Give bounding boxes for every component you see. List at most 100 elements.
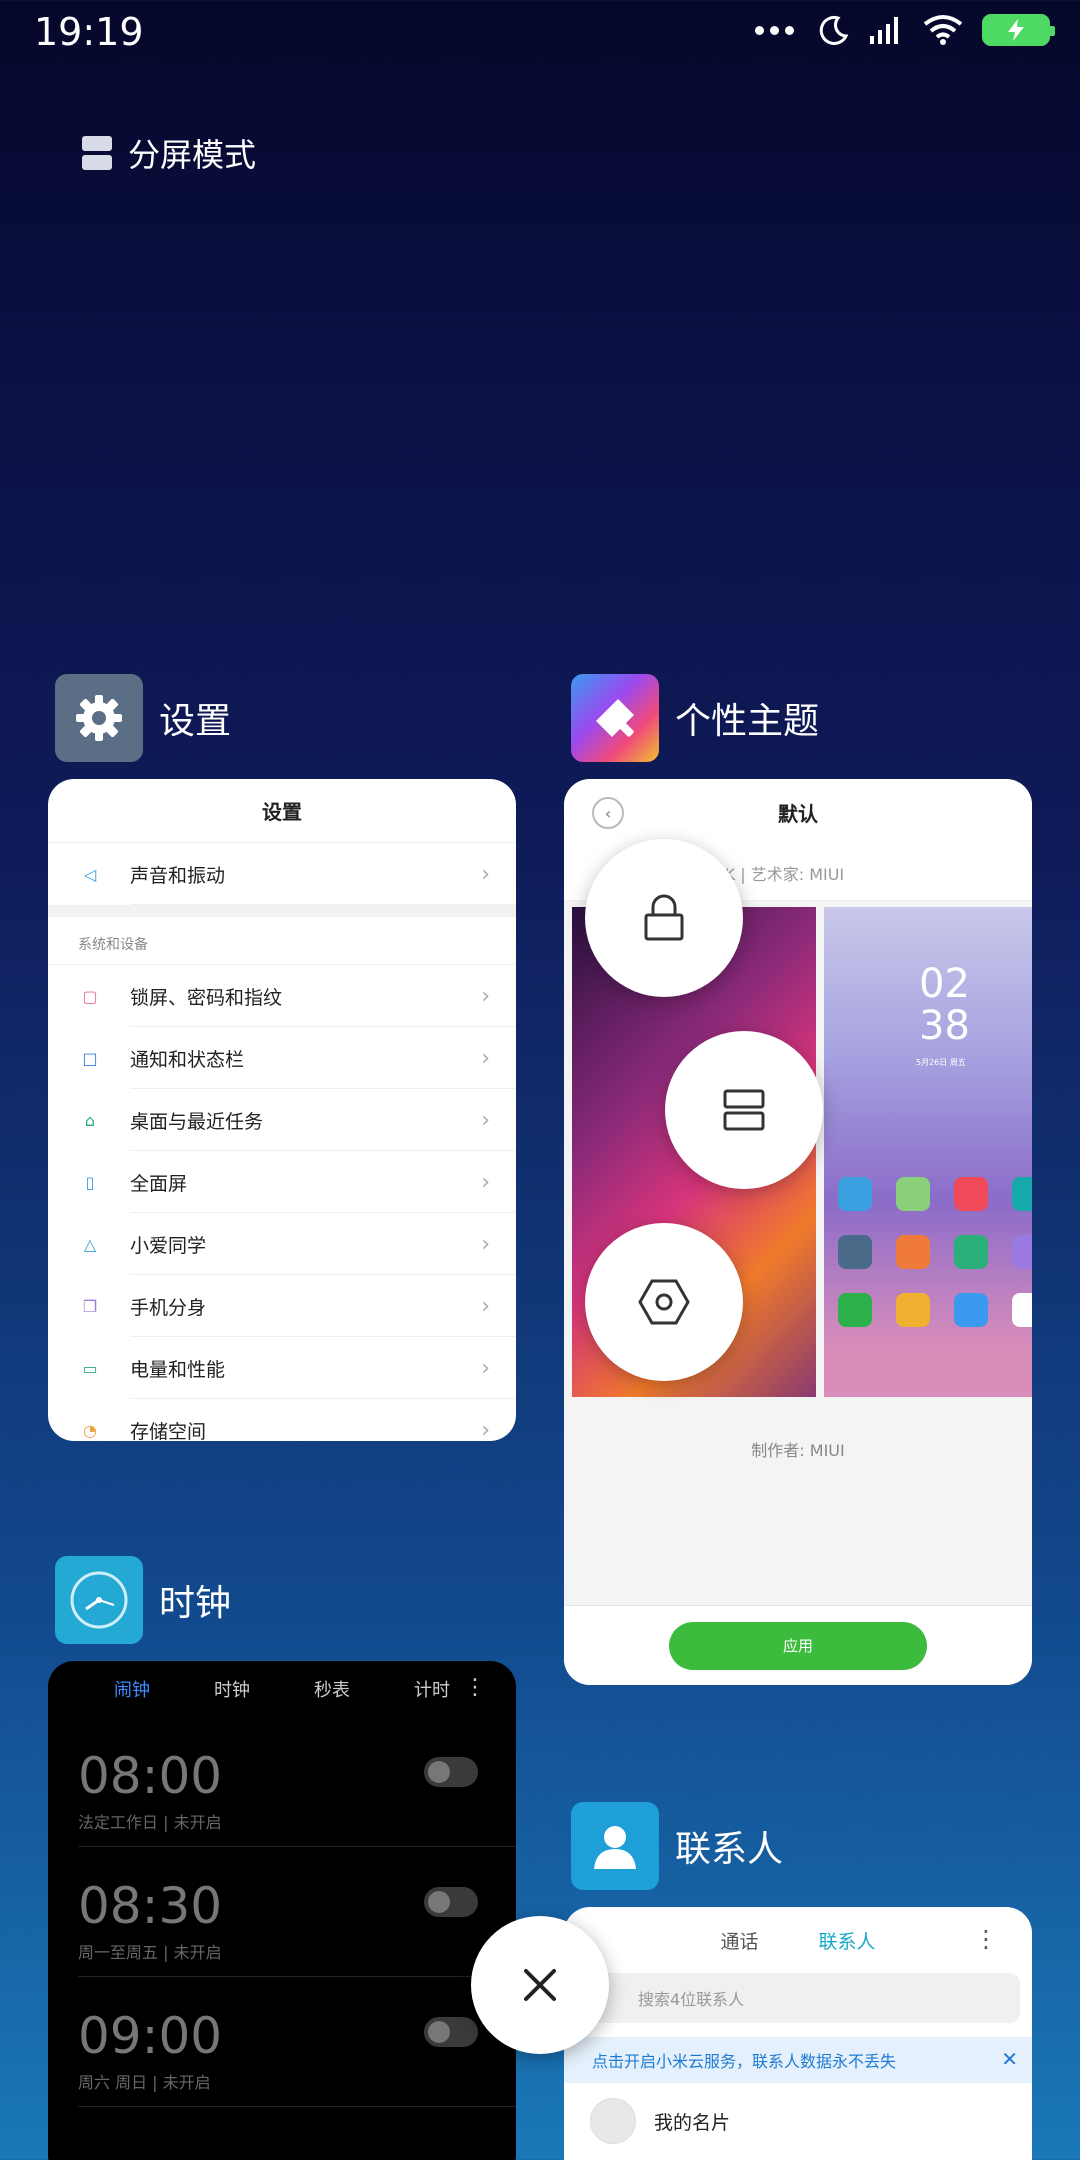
contacts-tabs: 通话 联系人 ⋮ bbox=[564, 1907, 1032, 1973]
battery-setting-icon: ▭ bbox=[82, 1358, 98, 1378]
settings-row-notifications[interactable]: □ 通知和状态栏 › bbox=[48, 1027, 516, 1089]
settings-row-home[interactable]: ⌂ 桌面与最近任务 › bbox=[48, 1089, 516, 1151]
notification-icon: □ bbox=[82, 1048, 98, 1068]
settings-row-label: 桌面与最近任务 bbox=[130, 1110, 264, 1133]
lock-task-button[interactable] bbox=[585, 839, 743, 997]
status-icons bbox=[755, 14, 1055, 46]
app-header-settings[interactable]: 设置 bbox=[55, 674, 231, 762]
settings-row-xiaoai[interactable]: △ 小爱同学 › bbox=[48, 1213, 516, 1275]
contacts-app-icon bbox=[571, 1802, 659, 1890]
moon-icon bbox=[819, 15, 849, 45]
settings-app-name: 设置 bbox=[159, 701, 232, 742]
contacts-task-card[interactable]: 通话 联系人 ⋮ 搜索4位联系人 点击开启小米云服务，联系人数据永不丢失 ✕ 我… bbox=[564, 1907, 1032, 2160]
settings-row-battery[interactable]: ▭ 电量和性能 › bbox=[48, 1337, 516, 1399]
app-icon bbox=[1012, 1235, 1032, 1269]
alarm-time: 08:30 bbox=[78, 1877, 223, 1935]
theme-preview-homescreen: 02 38 5月26日 周五 bbox=[824, 907, 1032, 1397]
split-screen-icon bbox=[723, 1089, 765, 1131]
preview-date: 5月26日 周五 bbox=[916, 1058, 966, 1067]
app-header-contacts[interactable]: 联系人 bbox=[571, 1802, 783, 1890]
more-options-icon[interactable]: ⋮ bbox=[974, 1925, 998, 1953]
home-icon: ⌂ bbox=[84, 1110, 96, 1130]
alarm-description: 周一至周五 | 未开启 bbox=[78, 1943, 222, 1962]
status-bar: 19:19 bbox=[0, 0, 1080, 70]
my-card-row[interactable]: 我的名片 bbox=[564, 2083, 1032, 2159]
split-screen-icon bbox=[82, 136, 112, 170]
clock-task-card[interactable]: 闹钟 时钟 秒表 计时 ⋮ 08:00 法定工作日 | 未开启 08:30 周一… bbox=[48, 1661, 516, 2160]
chevron-right-icon: › bbox=[481, 1045, 490, 1071]
section-divider bbox=[48, 905, 516, 917]
settings-card-title: 设置 bbox=[48, 779, 516, 843]
close-icon[interactable]: ✕ bbox=[1001, 2047, 1018, 2071]
app-icon bbox=[1012, 1177, 1032, 1211]
settings-row-label: 存储空间 bbox=[130, 1420, 207, 1442]
split-screen-task-button[interactable] bbox=[665, 1031, 823, 1189]
banner-text: 点击开启小米云服务，联系人数据永不丢失 bbox=[592, 2052, 897, 2071]
alarm-toggle[interactable] bbox=[424, 2017, 478, 2047]
alarm-toggle[interactable] bbox=[424, 1887, 478, 1917]
lock-icon: ▢ bbox=[82, 986, 98, 1006]
back-icon[interactable]: ‹ bbox=[592, 797, 624, 829]
alarm-toggle[interactable] bbox=[424, 1757, 478, 1787]
chevron-right-icon: › bbox=[481, 983, 490, 1009]
theme-apply-bar: 应用 bbox=[564, 1605, 1032, 1685]
avatar bbox=[590, 2098, 636, 2144]
settings-row-storage[interactable]: ◔ 存储空间 › bbox=[48, 1399, 516, 1442]
alarm-time: 08:00 bbox=[78, 1747, 223, 1805]
cloud-service-banner[interactable]: 点击开启小米云服务，联系人数据永不丢失 ✕ bbox=[564, 2037, 1032, 2083]
settings-row-dual-apps[interactable]: ❐ 手机分身 › bbox=[48, 1275, 516, 1337]
weather-icon bbox=[838, 1177, 872, 1211]
settings-row-label: 全面屏 bbox=[130, 1172, 188, 1195]
chevron-right-icon: › bbox=[481, 1231, 490, 1257]
preview-clock: 02 38 bbox=[919, 961, 970, 1049]
theme-maker: 制作者: MIUI bbox=[751, 1441, 845, 1460]
alarm-description: 周六 周日 | 未开启 bbox=[78, 2073, 211, 2092]
app-header-clock[interactable]: 时钟 bbox=[55, 1556, 231, 1644]
settings-row-label: 手机分身 bbox=[130, 1296, 207, 1319]
clock-app-name: 时钟 bbox=[159, 1583, 232, 1624]
chevron-right-icon: › bbox=[481, 1169, 490, 1195]
settings-row-label: 锁屏、密码和指纹 bbox=[130, 986, 283, 1009]
status-time: 19:19 bbox=[34, 10, 144, 54]
chevron-right-icon: › bbox=[481, 1293, 490, 1319]
more-options-icon[interactable]: ⋮ bbox=[464, 1675, 486, 1700]
clear-all-tasks-button[interactable] bbox=[471, 1916, 609, 2054]
music-icon bbox=[954, 1177, 988, 1211]
security-icon bbox=[954, 1235, 988, 1269]
alarm-item[interactable]: 08:00 法定工作日 | 未开启 bbox=[78, 1717, 516, 1847]
alarm-item[interactable]: 09:00 周六 周日 | 未开启 bbox=[78, 1977, 516, 2107]
chevron-right-icon: › bbox=[481, 861, 490, 887]
contacts-search-input[interactable]: 搜索4位联系人 bbox=[576, 1973, 1020, 2023]
lock-icon bbox=[644, 894, 684, 941]
signal-icon bbox=[870, 17, 898, 44]
mi-store-icon bbox=[896, 1235, 930, 1269]
tab-contacts[interactable]: 联系人 bbox=[819, 1927, 876, 1954]
settings-row-lockscreen[interactable]: ▢ 锁屏、密码和指纹 › bbox=[48, 965, 516, 1027]
settings-row-sound[interactable]: ◁ 声音和振动 › bbox=[48, 843, 516, 905]
clock-tabs: 闹钟 时钟 秒表 计时 bbox=[48, 1661, 516, 1717]
more-notifications-icon bbox=[755, 25, 794, 35]
tab-calls[interactable]: 通话 bbox=[720, 1927, 758, 1954]
tab-stopwatch[interactable]: 秒表 bbox=[314, 1676, 414, 1702]
settings-row-fullscreen[interactable]: ▯ 全面屏 › bbox=[48, 1151, 516, 1213]
split-screen-button[interactable]: 分屏模式 bbox=[82, 130, 256, 176]
clock-app-icon bbox=[55, 1556, 143, 1644]
alarm-time: 09:00 bbox=[78, 2007, 223, 2065]
messages-icon bbox=[896, 1293, 930, 1327]
settings-row-label: 小爱同学 bbox=[130, 1234, 207, 1257]
apply-button[interactable]: 应用 bbox=[669, 1621, 927, 1670]
alarm-item[interactable]: 08:30 周一至周五 | 未开启 bbox=[78, 1847, 516, 1977]
split-screen-label: 分屏模式 bbox=[128, 136, 257, 174]
app-info-button[interactable] bbox=[585, 1223, 743, 1381]
settings-task-card[interactable]: 设置 ◁ 声音和振动 › 系统和设备 ▢ 锁屏、密码和指纹 › □ 通知和状态栏… bbox=[48, 779, 516, 1441]
theme-card-header: ‹ 默认 bbox=[564, 779, 1032, 845]
app-header-theme[interactable]: 个性主题 bbox=[571, 674, 819, 762]
camera-icon bbox=[1012, 1293, 1032, 1327]
theme-app-name: 个性主题 bbox=[675, 701, 820, 742]
phone-icon: ▯ bbox=[85, 1172, 95, 1192]
tab-clock[interactable]: 时钟 bbox=[214, 1676, 314, 1702]
settings-row-label: 电量和性能 bbox=[130, 1358, 226, 1381]
browser-icon bbox=[954, 1293, 988, 1327]
storage-icon: ◔ bbox=[83, 1420, 97, 1440]
tab-alarm[interactable]: 闹钟 bbox=[114, 1676, 214, 1702]
